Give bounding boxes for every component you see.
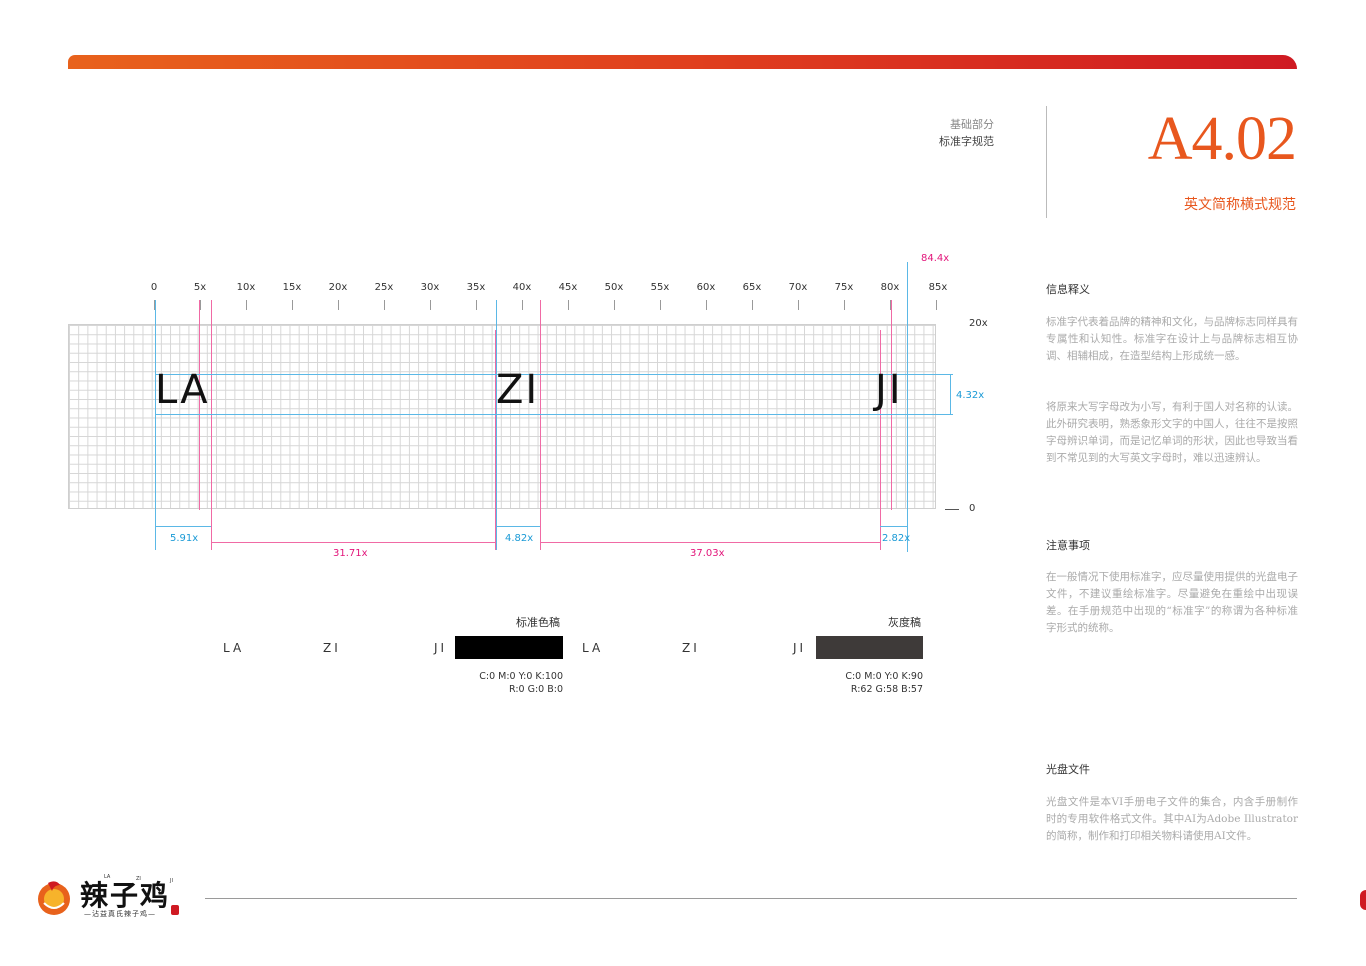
swatch-cmyk: C:0 M:0 Y:0 K:90 bbox=[845, 671, 923, 682]
x-tick-label: 40x bbox=[512, 282, 532, 293]
info-paragraph: 标准字代表着品牌的精神和文化，与品牌标志同样具有专属性和认知性。标准字在设计上与… bbox=[1046, 316, 1298, 362]
chili-chicken-logo-icon bbox=[34, 877, 74, 917]
swatch-black bbox=[455, 636, 563, 659]
height-dimension-line bbox=[950, 374, 951, 415]
dim-left-margin: 5.91x bbox=[170, 533, 199, 544]
small-word: ZI bbox=[682, 641, 700, 655]
seal-stamp-icon bbox=[171, 905, 179, 915]
info-heading: 信息释义 bbox=[1046, 283, 1090, 296]
x-tick-label: 5x bbox=[193, 282, 207, 293]
x-tick-label: 55x bbox=[650, 282, 670, 293]
small-word: JI bbox=[793, 641, 807, 655]
small-word: JI bbox=[434, 641, 448, 655]
logo-letter: JI bbox=[170, 878, 173, 884]
y-top-label: 20x bbox=[969, 318, 988, 329]
header-gradient-bar bbox=[68, 55, 1297, 69]
y-bottom-label: 0 bbox=[969, 503, 976, 514]
x-tick-label: 70x bbox=[788, 282, 808, 293]
notes-heading: 注意事项 bbox=[1046, 539, 1090, 552]
header-divider bbox=[1046, 106, 1047, 218]
x-tick-label: 50x bbox=[604, 282, 624, 293]
small-word: ZI bbox=[323, 641, 341, 655]
small-word: LA bbox=[223, 641, 245, 655]
dim-line-blue bbox=[496, 526, 540, 527]
x-tick-label: 10x bbox=[236, 282, 256, 293]
swatch-label-gray: 灰度稿 bbox=[888, 616, 921, 629]
word-zi: ZI bbox=[496, 367, 540, 413]
x-tick-label: 45x bbox=[558, 282, 578, 293]
x-tick-label: 35x bbox=[466, 282, 486, 293]
word-ji: JI bbox=[875, 367, 903, 413]
x-tick-label: 0 bbox=[150, 282, 158, 293]
max-width-marker: 84.4x bbox=[921, 253, 950, 264]
swatch-gray bbox=[816, 636, 923, 659]
guide-line-pink bbox=[495, 330, 496, 550]
baseline-line bbox=[155, 414, 953, 415]
logo-subtitle: —沾益真氏辣子鸡— bbox=[84, 910, 156, 918]
section-subcategory: 标准字规范 bbox=[939, 135, 994, 148]
guide-line-pink bbox=[880, 330, 881, 550]
notes-paragraph: 在一般情况下使用标准字，应尽量使用提供的光盘电子文件，不建议重绘标准字。尽量避免… bbox=[1046, 571, 1298, 634]
x-tick-label: 25x bbox=[374, 282, 394, 293]
page-code: A4.02 bbox=[1147, 105, 1297, 173]
logo-letter: ZI bbox=[136, 876, 141, 882]
dim-width-ji: 2.82x bbox=[882, 533, 911, 544]
swatch-label-standard: 标准色稿 bbox=[516, 616, 560, 629]
page-title: 英文简称横式规范 bbox=[1184, 197, 1296, 213]
dim-line-blue bbox=[880, 526, 907, 527]
x-tick-label: 15x bbox=[282, 282, 302, 293]
x-tick-label: 65x bbox=[742, 282, 762, 293]
dim-gap-2: 37.03x bbox=[690, 548, 725, 559]
logo-name: 辣子鸡 bbox=[80, 879, 171, 912]
logo-letter: LA bbox=[104, 874, 111, 880]
x-tick-label: 30x bbox=[420, 282, 440, 293]
guide-line-pink bbox=[540, 300, 541, 550]
dim-width-zi: 4.82x bbox=[505, 533, 534, 544]
x-tick-label: 85x bbox=[928, 282, 948, 293]
guide-line-blue bbox=[155, 300, 156, 550]
height-label: 4.32x bbox=[956, 390, 985, 401]
x-tick-label: 75x bbox=[834, 282, 854, 293]
word-la: LA bbox=[155, 367, 210, 413]
disc-heading: 光盘文件 bbox=[1046, 763, 1090, 776]
cap-height-line bbox=[155, 374, 953, 375]
dim-line-pink bbox=[540, 542, 880, 543]
page-edge-tab bbox=[1360, 890, 1366, 910]
small-word: LA bbox=[582, 641, 604, 655]
swatch-rgb: R:62 G:58 B:57 bbox=[850, 684, 923, 695]
swatch-cmyk: C:0 M:0 Y:0 K:100 bbox=[479, 671, 563, 682]
guide-line-blue bbox=[496, 300, 497, 550]
dim-gap-1: 31.71x bbox=[333, 548, 368, 559]
guide-line-blue bbox=[907, 262, 908, 552]
guide-line-pink bbox=[211, 300, 212, 550]
dim-line-blue bbox=[155, 526, 211, 527]
section-category: 基础部分 bbox=[950, 118, 994, 131]
y-bottom-tick bbox=[945, 509, 959, 510]
x-tick-label: 60x bbox=[696, 282, 716, 293]
x-tick-label: 20x bbox=[328, 282, 348, 293]
info-paragraph: 将原来大写字母改为小写，有利于国人对名称的认读。此外研究表明，熟悉象形文字的中国… bbox=[1046, 401, 1298, 464]
footer-divider bbox=[205, 898, 1297, 899]
x-tick-label: 80x bbox=[880, 282, 900, 293]
dim-line-pink bbox=[211, 542, 495, 543]
disc-paragraph: 光盘文件是本VI手册电子文件的集合，内含手册制作时的专用软件格式文件。其中AI为… bbox=[1046, 796, 1298, 842]
swatch-rgb: R:0 G:0 B:0 bbox=[509, 684, 563, 695]
